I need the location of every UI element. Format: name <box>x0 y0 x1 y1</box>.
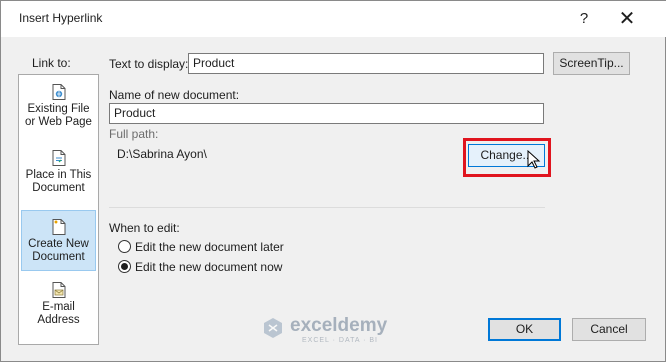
link-to-email-address[interactable]: E-mail Address <box>21 282 96 332</box>
link-to-place-in-document-line2: Document <box>32 182 85 194</box>
link-to-create-new-line1: Create New <box>28 238 89 250</box>
edit-later-label[interactable]: Edit the new document later <box>135 240 284 254</box>
text-to-display-label: Text to display: <box>109 57 189 71</box>
help-button[interactable]: ? <box>573 9 595 29</box>
link-to-place-in-document-line1: Place in This <box>25 169 92 181</box>
edit-later-radio[interactable] <box>118 240 131 253</box>
when-to-edit-label: When to edit: <box>109 221 180 235</box>
web-page-icon <box>52 84 65 100</box>
screentip-button[interactable]: ScreenTip... <box>553 52 630 75</box>
full-path-label: Full path: <box>109 127 159 141</box>
link-to-create-new-line2: Document <box>32 251 85 263</box>
place-in-document-icon <box>52 150 65 166</box>
new-document-name-input[interactable]: Product <box>109 103 544 124</box>
full-path-value: D:\Sabrina Ayon\ <box>117 147 207 161</box>
watermark-name: exceldemy <box>290 315 388 336</box>
insert-hyperlink-dialog: Insert Hyperlink ? ✕ Link to: Existing F… <box>0 0 667 362</box>
link-to-email-line2: Address <box>37 314 80 326</box>
title-bar: Insert Hyperlink ? ✕ <box>1 1 667 37</box>
link-to-existing-file[interactable]: Existing File or Web Page <box>21 84 96 132</box>
new-document-icon <box>52 219 65 235</box>
name-of-new-document-label: Name of new document: <box>109 88 240 102</box>
link-to-panel: Existing File or Web Page Place in This … <box>18 74 99 345</box>
link-to-email-line1: E-mail <box>42 301 75 313</box>
close-button[interactable]: ✕ <box>613 7 641 31</box>
section-divider <box>109 207 545 208</box>
dialog-title: Insert Hyperlink <box>19 11 103 25</box>
link-to-place-in-document[interactable]: Place in This Document <box>21 150 96 198</box>
link-to-existing-file-line1: Existing File <box>27 103 90 115</box>
exceldemy-logo-icon <box>264 318 282 338</box>
link-to-create-new-document[interactable]: Create New Document <box>21 210 96 271</box>
cancel-button[interactable]: Cancel <box>572 318 646 341</box>
ok-button[interactable]: OK <box>488 318 561 341</box>
link-to-existing-file-line2: or Web Page <box>25 116 92 128</box>
exceldemy-watermark: exceldemy EXCEL · DATA · BI <box>262 315 412 347</box>
edit-now-radio[interactable] <box>118 260 131 273</box>
link-to-label: Link to: <box>32 56 71 70</box>
mouse-cursor-icon <box>527 150 541 169</box>
edit-now-label[interactable]: Edit the new document now <box>135 260 282 274</box>
email-address-icon <box>52 282 65 298</box>
edit-now-radio-dot <box>121 263 128 270</box>
watermark-tagline: EXCEL · DATA · BI <box>302 337 378 344</box>
text-to-display-input[interactable]: Product <box>188 53 544 74</box>
